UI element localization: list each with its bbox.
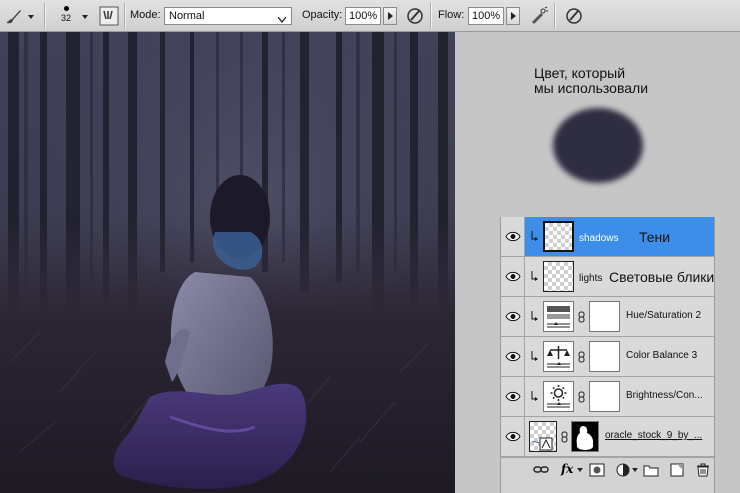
separator bbox=[44, 3, 45, 29]
mode-value: Normal bbox=[169, 10, 205, 22]
layer-row-color-balance[interactable]: Color Balance 3 bbox=[501, 337, 714, 377]
options-bar: 32 Mode: Normal Opacity: 100% Flow: 100% bbox=[0, 0, 740, 32]
layer-name[interactable]: Color Balance 3 bbox=[626, 350, 697, 361]
eye-icon bbox=[505, 231, 521, 242]
opacity-value: 100% bbox=[349, 10, 378, 22]
clipping-arrow-icon bbox=[531, 271, 538, 281]
layers-panel: shadows Тени lights Световые блики Hue/S… bbox=[500, 217, 715, 493]
figure-mask-shape bbox=[576, 426, 594, 450]
document-canvas[interactable] bbox=[0, 32, 455, 493]
new-adjustment-icon[interactable] bbox=[615, 463, 631, 477]
flow-input[interactable]: 100% bbox=[468, 7, 504, 25]
forest-photo bbox=[0, 32, 455, 493]
layer-name[interactable]: Brightness/Con... bbox=[626, 390, 703, 401]
layer-name[interactable]: lights bbox=[579, 273, 602, 284]
opacity-label: Opacity: bbox=[302, 9, 343, 21]
visibility-toggle[interactable] bbox=[501, 337, 525, 376]
pressure-size-icon[interactable] bbox=[564, 6, 584, 26]
mode-label: Mode: bbox=[130, 9, 161, 21]
brush-preset-icon bbox=[63, 6, 69, 11]
visibility-toggle[interactable] bbox=[501, 297, 525, 336]
eye-icon bbox=[505, 351, 521, 362]
fx-dropdown-icon bbox=[577, 468, 583, 472]
link-layers-icon[interactable] bbox=[533, 463, 549, 477]
brush-size-value: 32 bbox=[60, 13, 71, 23]
color-swatch bbox=[553, 108, 643, 183]
new-layer-icon[interactable] bbox=[669, 463, 685, 477]
layer-mask-thumbnail[interactable] bbox=[571, 421, 599, 452]
visibility-toggle[interactable] bbox=[501, 417, 525, 456]
brush-preset-picker[interactable]: 32 bbox=[56, 2, 76, 30]
layers-footer: fx bbox=[501, 457, 714, 493]
flow-value: 100% bbox=[472, 10, 501, 22]
visibility-toggle[interactable] bbox=[501, 217, 525, 256]
mode-select[interactable]: Normal bbox=[164, 7, 292, 25]
visibility-toggle[interactable] bbox=[501, 257, 525, 296]
clipping-arrow-icon bbox=[531, 311, 538, 321]
layer-row-brightness-contrast[interactable]: Brightness/Con... bbox=[501, 377, 714, 417]
layer-name[interactable]: Hue/Saturation 2 bbox=[626, 310, 701, 321]
smart-object-thumbnail[interactable] bbox=[529, 421, 557, 452]
add-mask-icon[interactable] bbox=[589, 463, 605, 477]
new-group-icon[interactable] bbox=[643, 463, 659, 477]
visibility-toggle[interactable] bbox=[501, 377, 525, 416]
clipping-arrow-icon bbox=[531, 391, 538, 401]
flow-slider-button[interactable] bbox=[506, 7, 520, 25]
eye-icon bbox=[505, 271, 521, 282]
chain-link-icon[interactable] bbox=[578, 351, 585, 363]
clipping-arrow-icon bbox=[531, 231, 538, 241]
chain-link-icon[interactable] bbox=[561, 431, 568, 443]
layer-thumbnail[interactable] bbox=[543, 261, 574, 292]
flow-label: Flow: bbox=[438, 9, 465, 21]
brush-tool-icon[interactable] bbox=[4, 6, 24, 26]
airbrush-icon[interactable] bbox=[528, 6, 548, 26]
separator bbox=[554, 3, 555, 29]
layer-annotation: Световые блики bbox=[609, 269, 715, 285]
color-note: Цвет, который мы использовали bbox=[534, 65, 649, 96]
opacity-input[interactable]: 100% bbox=[345, 7, 381, 25]
layer-row-oracle-stock[interactable]: oracle_stock_9_by_... bbox=[501, 417, 714, 457]
layer-thumbnail[interactable] bbox=[543, 221, 574, 252]
layer-mask-thumbnail[interactable] bbox=[589, 301, 620, 332]
brightness-contrast-icon[interactable] bbox=[543, 381, 574, 412]
chain-link-icon[interactable] bbox=[578, 311, 585, 323]
layer-annotation: Тени bbox=[639, 229, 671, 245]
pressure-opacity-icon[interactable] bbox=[405, 6, 425, 26]
opacity-slider-button[interactable] bbox=[383, 7, 397, 25]
layer-mask-thumbnail[interactable] bbox=[589, 381, 620, 412]
chain-link-icon[interactable] bbox=[578, 391, 585, 403]
clipping-arrow-icon bbox=[531, 351, 538, 361]
eye-icon bbox=[505, 391, 521, 402]
smart-object-badge-icon bbox=[531, 437, 553, 451]
layer-mask-thumbnail[interactable] bbox=[589, 341, 620, 372]
separator bbox=[124, 3, 125, 29]
trash-icon[interactable] bbox=[695, 463, 711, 477]
layer-name[interactable]: shadows bbox=[579, 233, 618, 244]
eye-icon bbox=[505, 431, 521, 442]
brush-preset-dropdown-icon[interactable] bbox=[82, 15, 88, 19]
color-balance-icon[interactable] bbox=[543, 341, 574, 372]
fx-icon[interactable]: fx bbox=[561, 462, 573, 476]
brush-panel-icon[interactable] bbox=[99, 6, 119, 26]
tool-preset-dropdown-icon[interactable] bbox=[28, 15, 34, 19]
adjustment-dropdown-icon bbox=[632, 468, 638, 472]
chevron-down-icon bbox=[277, 14, 287, 27]
eye-icon bbox=[505, 311, 521, 322]
separator bbox=[430, 3, 431, 29]
layer-name[interactable]: oracle_stock_9_by_... bbox=[605, 430, 702, 441]
layer-row-shadows[interactable]: shadows Тени bbox=[501, 217, 714, 257]
hue-saturation-icon[interactable] bbox=[543, 301, 574, 332]
layer-row-hue-saturation[interactable]: Hue/Saturation 2 bbox=[501, 297, 714, 337]
layer-row-lights[interactable]: lights Световые блики bbox=[501, 257, 714, 297]
